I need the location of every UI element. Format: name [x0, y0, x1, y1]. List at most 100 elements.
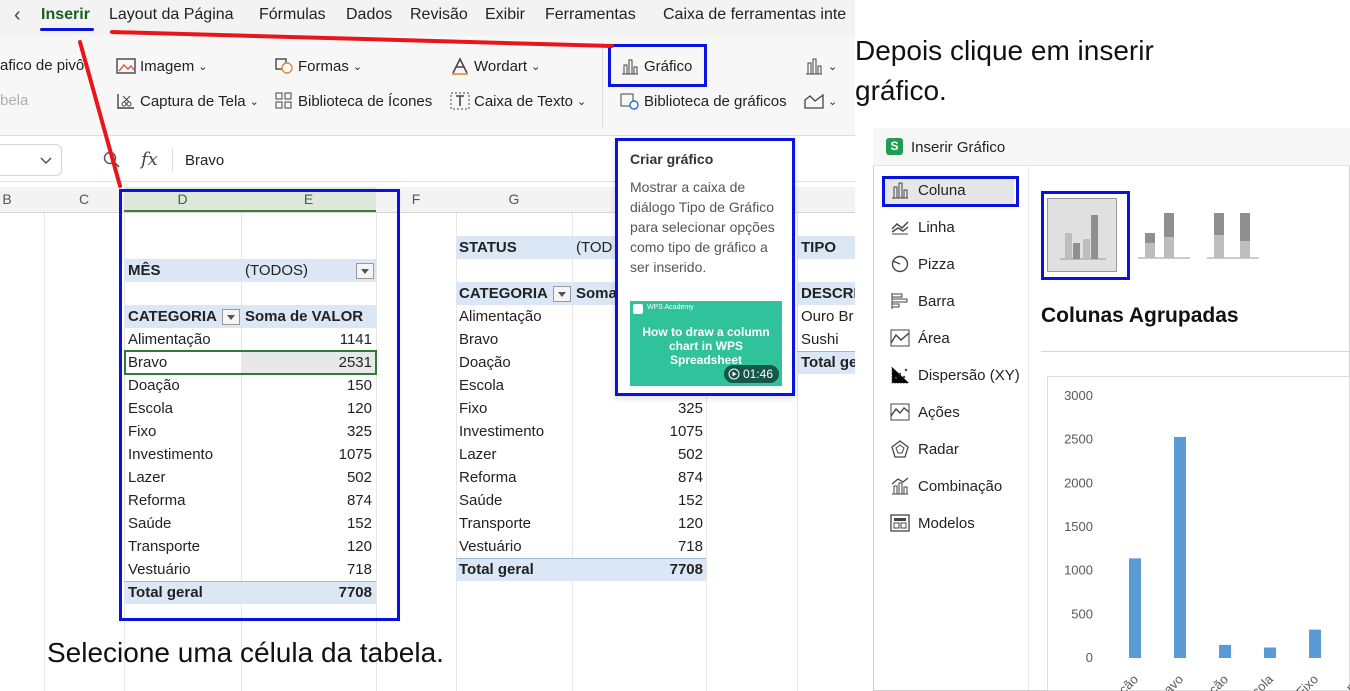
- x-tick-label: cola: [1249, 671, 1277, 691]
- pivot2-header-sum: Soma: [576, 285, 617, 302]
- pivot3-total-label[interactable]: Total ge: [801, 351, 855, 374]
- dialog-titlebar: S Inserir Gráfico: [873, 128, 1350, 166]
- chart-type-label: Radar: [918, 440, 959, 458]
- table-cell-category[interactable]: Sushi: [801, 328, 855, 351]
- table-cell-value[interactable]: 502: [576, 443, 703, 466]
- table-cell-category[interactable]: Transporte: [459, 512, 531, 535]
- video-duration: 01:46: [743, 367, 774, 381]
- y-tick-label: 2000: [1064, 475, 1093, 490]
- subtype-title: Colunas Agrupadas: [1041, 304, 1239, 327]
- line-chart-icon: [891, 221, 909, 235]
- chart-type-modelos[interactable]: Modelos: [890, 514, 975, 532]
- chart-type-label: Área: [918, 329, 950, 347]
- table-cell-category[interactable]: Reforma: [459, 466, 517, 489]
- subtype-stacked-column[interactable]: [1134, 203, 1194, 263]
- chart-type-label: Dispersão (XY): [918, 366, 1020, 384]
- chart-type-radar[interactable]: Radar: [890, 440, 959, 458]
- y-tick-label: 2500: [1064, 432, 1093, 447]
- tooltip-title: Criar gráfico: [630, 151, 714, 167]
- video-brand: WPS Academy: [647, 304, 694, 311]
- radar-chart-icon: [891, 440, 909, 458]
- table-cell-category[interactable]: Investimento: [459, 420, 544, 443]
- table-cell-category[interactable]: Vestuário: [459, 535, 522, 558]
- chart-bar: [1219, 644, 1231, 658]
- grid-line: [44, 213, 45, 691]
- chart-type-label: Ações: [918, 403, 960, 421]
- table-cell-category[interactable]: Saúde: [459, 489, 502, 512]
- red-line-to-chart: [110, 30, 614, 48]
- y-tick-label: 0: [1086, 650, 1093, 665]
- play-icon: [728, 368, 740, 380]
- pivot3-filter-label: TIPO: [801, 239, 837, 256]
- y-tick-label: 1500: [1064, 519, 1093, 534]
- table-cell-value[interactable]: 152: [576, 489, 703, 512]
- chart-type-combinacao[interactable]: Combinação: [890, 477, 1002, 495]
- table-cell-category[interactable]: Alimentação: [459, 305, 542, 328]
- tooltip-create-chart: Criar gráfico Mostrar a caixa de diálogo…: [615, 138, 795, 396]
- table-cell-value[interactable]: 874: [576, 466, 703, 489]
- table-cell-category[interactable]: Escola: [459, 374, 504, 397]
- table-cell-value[interactable]: 325: [576, 397, 703, 420]
- table-cell-category[interactable]: Fixo: [459, 397, 487, 420]
- chart-bar: [1174, 436, 1186, 658]
- x-tick-label: Fixo: [1293, 672, 1321, 691]
- combo-chart-icon: [891, 477, 909, 495]
- chart-preview: 050010001500200025003000ção avo ção cola Fix…: [1064, 388, 1350, 691]
- subtype-percent-stacked-column[interactable]: [1203, 203, 1263, 263]
- stacked-column-icon: [1138, 213, 1190, 259]
- caption-select-cell: Selecione uma célula da tabela.: [47, 637, 444, 668]
- y-tick-label: 1000: [1064, 563, 1093, 578]
- chart-type-barra[interactable]: Barra: [890, 292, 955, 310]
- stock-chart-icon: [890, 403, 910, 421]
- pie-chart-icon: [891, 255, 909, 273]
- annotation-box-subtype: [1041, 191, 1130, 280]
- table-cell-value[interactable]: 1075: [576, 420, 703, 443]
- app-badge-icon: S: [886, 138, 903, 155]
- table-cell-category[interactable]: Doação: [459, 351, 511, 374]
- dialog-title: Inserir Gráfico: [911, 139, 1006, 156]
- table-cell-value[interactable]: 120: [576, 512, 703, 535]
- x-tick-label: avo: [1161, 672, 1186, 691]
- pivot2-total-label[interactable]: Total geral: [459, 558, 534, 581]
- table-cell-category[interactable]: Ouro Br: [801, 305, 855, 328]
- pivot2-header-category: CATEGORIA: [459, 285, 548, 302]
- dialog-divider: [1028, 167, 1029, 690]
- x-tick-label: ção: [1116, 672, 1141, 691]
- annotation-box-table: [119, 189, 400, 621]
- table-cell-category[interactable]: Lazer: [459, 443, 497, 466]
- annotation-box-coluna: [882, 176, 1019, 207]
- caption-click-chart: Depois clique em inserir gráfico.: [855, 35, 1154, 106]
- templates-icon: [890, 514, 910, 532]
- table-cell-value[interactable]: 718: [576, 535, 703, 558]
- chart-type-acoes[interactable]: Ações: [890, 403, 960, 421]
- y-tick-label: 500: [1071, 606, 1093, 621]
- table-cell-category[interactable]: Bravo: [459, 328, 498, 351]
- chart-type-label: Modelos: [918, 514, 975, 532]
- scatter-chart-icon: [891, 367, 909, 384]
- chart-bar: [1129, 558, 1141, 658]
- subtype-divider: [1041, 351, 1350, 352]
- percent-stacked-column-icon: [1207, 213, 1259, 259]
- chart-type-label: Pizza: [918, 255, 955, 273]
- chart-type-dispersao[interactable]: Dispersão (XY): [890, 366, 1020, 384]
- tooltip-body: Mostrar a caixa de diálogo Tipo de Gráfi…: [630, 179, 775, 275]
- x-tick-label: nto: [1343, 672, 1350, 691]
- bar-chart-icon: [891, 293, 908, 309]
- wps-logo-icon: [633, 304, 643, 314]
- y-tick-label: 3000: [1064, 388, 1093, 403]
- video-title: How to draw a column chart in WPS Spread…: [642, 325, 770, 367]
- pivot2-filter-value[interactable]: (TOD: [576, 236, 612, 259]
- chart-type-linha[interactable]: Linha: [890, 218, 955, 236]
- pivot2-filter-label: STATUS: [459, 239, 517, 256]
- chart-type-pizza[interactable]: Pizza: [890, 255, 955, 273]
- tooltip-video-thumbnail[interactable]: WPS Academy How to draw a column chart i…: [630, 301, 782, 386]
- pivot2-total-value[interactable]: 7708: [576, 558, 703, 581]
- chart-type-area[interactable]: Área: [890, 329, 950, 347]
- x-tick-label: ção: [1206, 672, 1231, 691]
- pivot3-header: DESCRI: [801, 285, 855, 302]
- chart-type-label: Combinação: [918, 477, 1003, 495]
- chart-type-label: Barra: [918, 292, 955, 310]
- chart-bar: [1309, 629, 1321, 658]
- video-duration-pill: 01:46: [724, 365, 779, 383]
- pivot2-category-filter-icon[interactable]: [553, 286, 571, 302]
